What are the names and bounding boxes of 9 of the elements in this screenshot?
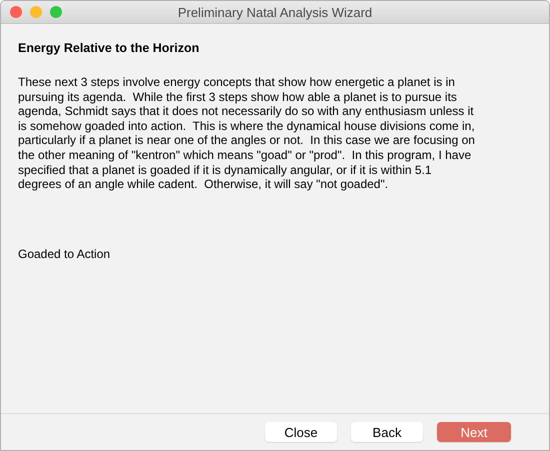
window-title: Preliminary Natal Analysis Wizard	[178, 4, 372, 20]
close-icon[interactable]	[10, 6, 22, 18]
wizard-button[interactable]: Back	[351, 422, 423, 442]
section-heading: Energy Relative to the Horizon	[18, 41, 200, 55]
minimize-icon[interactable]	[30, 6, 42, 18]
zoom-icon[interactable]	[50, 6, 62, 18]
wizard-button[interactable]: Close	[265, 422, 337, 442]
result-label: Goaded to Action	[18, 246, 112, 261]
description-text: These next 3 steps involve energy concepts that show how energetic a planet is in pursuing its agenda. While the first 3 steps show how able a planet is to pursue its agenda, Schmidt says that it does not necessarily do so with any enthusiasm unless it is somehow goaded into action. This is where the dynamical house divisions come in, particularly if a planet is near one of the angles or not. In this case we are focusing on the other meaning of "kentron" which means "goad" or "prod". In this program, I have specified that a planet is goaded if it is dynamically angular, or if it is within 5.1 degrees of an angle while cadent. Otherwise, it will say "not goaded".	[18, 75, 476, 192]
